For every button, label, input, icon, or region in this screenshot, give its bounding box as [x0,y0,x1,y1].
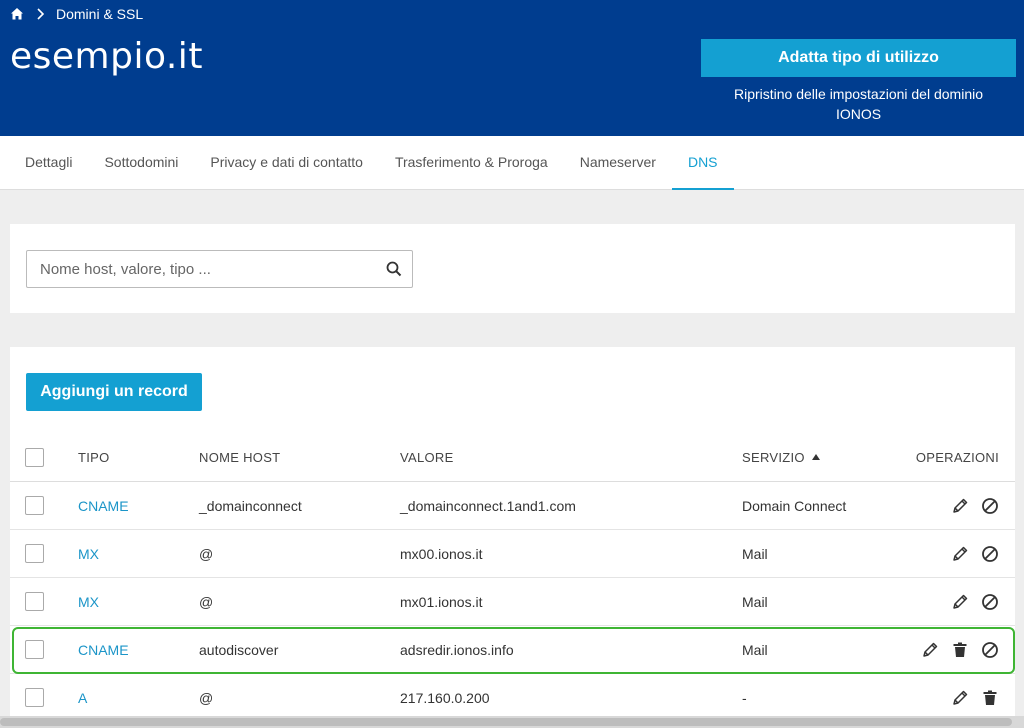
edit-icon[interactable] [951,497,969,515]
record-host: autodiscover [199,642,279,658]
disable-icon[interactable] [981,497,999,515]
disable-icon[interactable] [981,593,999,611]
record-service: Domain Connect [742,498,847,514]
table-row: CNAME _domainconnect _domainconnect.1and… [10,482,1015,530]
edit-icon[interactable] [921,641,939,659]
tab-details[interactable]: Dettagli [0,136,88,190]
delete-icon[interactable] [951,641,969,659]
record-type-link[interactable]: CNAME [78,626,129,674]
search-input[interactable] [27,251,367,287]
breadcrumb-current[interactable]: Domini & SSL [56,6,143,22]
search-box [26,250,413,288]
column-type[interactable]: TIPO [78,434,110,482]
row-checkbox[interactable] [25,640,44,660]
domain-tabs: Dettagli Sottodomini Privacy e dati di c… [0,136,1024,190]
select-all-checkbox[interactable] [25,447,44,467]
breadcrumb: Domini & SSL [10,6,143,22]
record-value: 217.160.0.200 [400,690,490,706]
reset-link-line2: IONOS [835,106,882,122]
table-header: TIPO NOME HOST VALORE SERVIZIO OPERAZION… [10,434,1015,482]
row-operations [951,482,999,530]
record-value: adsredir.ionos.info [400,642,514,658]
column-host[interactable]: NOME HOST [199,434,280,482]
page-header: Domini & SSL esempio.it Adatta tipo di u… [0,0,1024,136]
table-row: A @ 217.160.0.200 - [10,674,1015,722]
chevron-right-icon [36,7,46,21]
reset-link-line1: Ripristino delle impostazioni del domini… [733,86,983,102]
record-value: _domainconnect.1and1.com [400,498,576,514]
sort-ascending-icon [811,454,820,461]
table-row: MX @ mx00.ionos.it Mail [10,530,1015,578]
search-panel [10,224,1015,313]
row-checkbox[interactable] [25,544,44,564]
tab-privacy[interactable]: Privacy e dati di contatto [194,136,379,190]
edit-icon[interactable] [951,689,969,707]
domain-title: esempio.it [10,36,203,77]
delete-icon[interactable] [981,689,999,707]
record-value: mx00.ionos.it [400,546,483,562]
search-icon[interactable] [386,261,402,277]
record-type-link[interactable]: MX [78,530,99,578]
tab-transfer[interactable]: Trasferimento & Proroga [379,136,564,190]
add-record-button[interactable]: Aggiungi un record [26,373,202,411]
home-icon[interactable] [10,7,24,21]
scrollbar-thumb[interactable] [0,718,1012,726]
disable-icon[interactable] [981,641,999,659]
table-row: CNAME autodiscover adsredir.ionos.info M… [10,626,1015,674]
tab-nameserver[interactable]: Nameserver [564,136,672,190]
record-host: @ [199,594,214,610]
tab-subdomains[interactable]: Sottodomini [88,136,194,190]
column-value[interactable]: VALORE [400,434,454,482]
disable-icon[interactable] [981,545,999,563]
adapt-usage-button[interactable]: Adatta tipo di utilizzo [701,39,1016,77]
horizontal-scrollbar[interactable] [0,716,1024,728]
record-type-link[interactable]: MX [78,578,99,626]
table-row: MX @ mx01.ionos.it Mail [10,578,1015,626]
row-operations [951,578,999,626]
edit-icon[interactable] [951,593,969,611]
row-operations [951,674,999,722]
column-operations: OPERAZIONI [915,450,999,465]
record-service: Mail [742,546,768,562]
record-value: mx01.ionos.it [400,594,483,610]
record-host: _domainconnect [199,498,302,514]
record-type-link[interactable]: CNAME [78,482,129,530]
row-checkbox[interactable] [25,496,44,516]
row-operations [951,530,999,578]
row-checkbox[interactable] [25,592,44,612]
record-service: Mail [742,642,768,658]
record-service: Mail [742,594,768,610]
column-service[interactable]: SERVIZIO [742,434,820,482]
dns-records-panel: Aggiungi un record TIPO NOME HOST VALORE… [10,347,1015,722]
record-service: - [742,690,747,706]
record-host: @ [199,690,214,706]
record-type-link[interactable]: A [78,674,87,722]
edit-icon[interactable] [951,545,969,563]
column-service-label: SERVIZIO [742,450,805,465]
record-host: @ [199,546,214,562]
row-operations [921,626,999,674]
tab-dns[interactable]: DNS [671,136,734,190]
reset-domain-settings-link[interactable]: Ripristino delle impostazioni del domini… [701,84,1016,124]
row-checkbox[interactable] [25,688,44,708]
